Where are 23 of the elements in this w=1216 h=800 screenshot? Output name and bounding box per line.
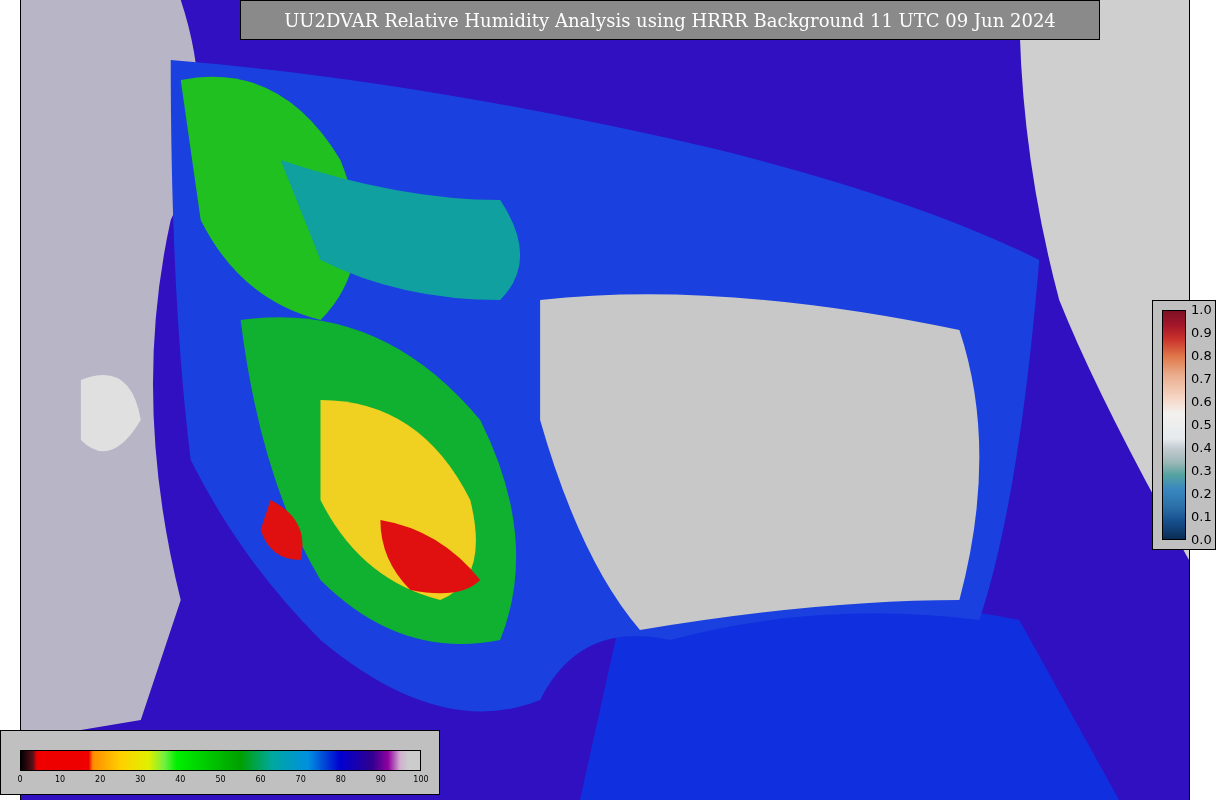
tick-label: 60 [254, 775, 267, 784]
tick-label: 100 [412, 775, 430, 784]
tick-label: 0.7 [1190, 371, 1212, 387]
tick-label: 0.6 [1190, 394, 1212, 410]
tick-label: 0.1 [1190, 509, 1212, 525]
tick-label: 0.9 [1190, 325, 1212, 341]
tick-label: 0.8 [1190, 348, 1212, 364]
tick-label: 0.5 [1190, 417, 1212, 433]
tick-label: 80 [334, 775, 347, 784]
tick-label: 0.0 [1190, 532, 1212, 548]
tick-label: 0.2 [1190, 486, 1212, 502]
tick-label: 20 [94, 775, 107, 784]
tick-label: 10 [54, 775, 67, 784]
map-title: UU2DVAR Relative Humidity Analysis using HRRR Background 11 UTC 09 Jun 2024 [240, 0, 1100, 40]
tick-label: 50 [214, 775, 227, 784]
tick-label: 0 [16, 775, 24, 784]
tick-label: 40 [174, 775, 187, 784]
tick-label: 1.0 [1190, 302, 1212, 318]
tick-label: 0.3 [1190, 463, 1212, 479]
tick-label: 90 [374, 775, 387, 784]
tick-label: 0.4 [1190, 440, 1212, 456]
tick-label: 70 [294, 775, 307, 784]
tick-label: 30 [134, 775, 147, 784]
